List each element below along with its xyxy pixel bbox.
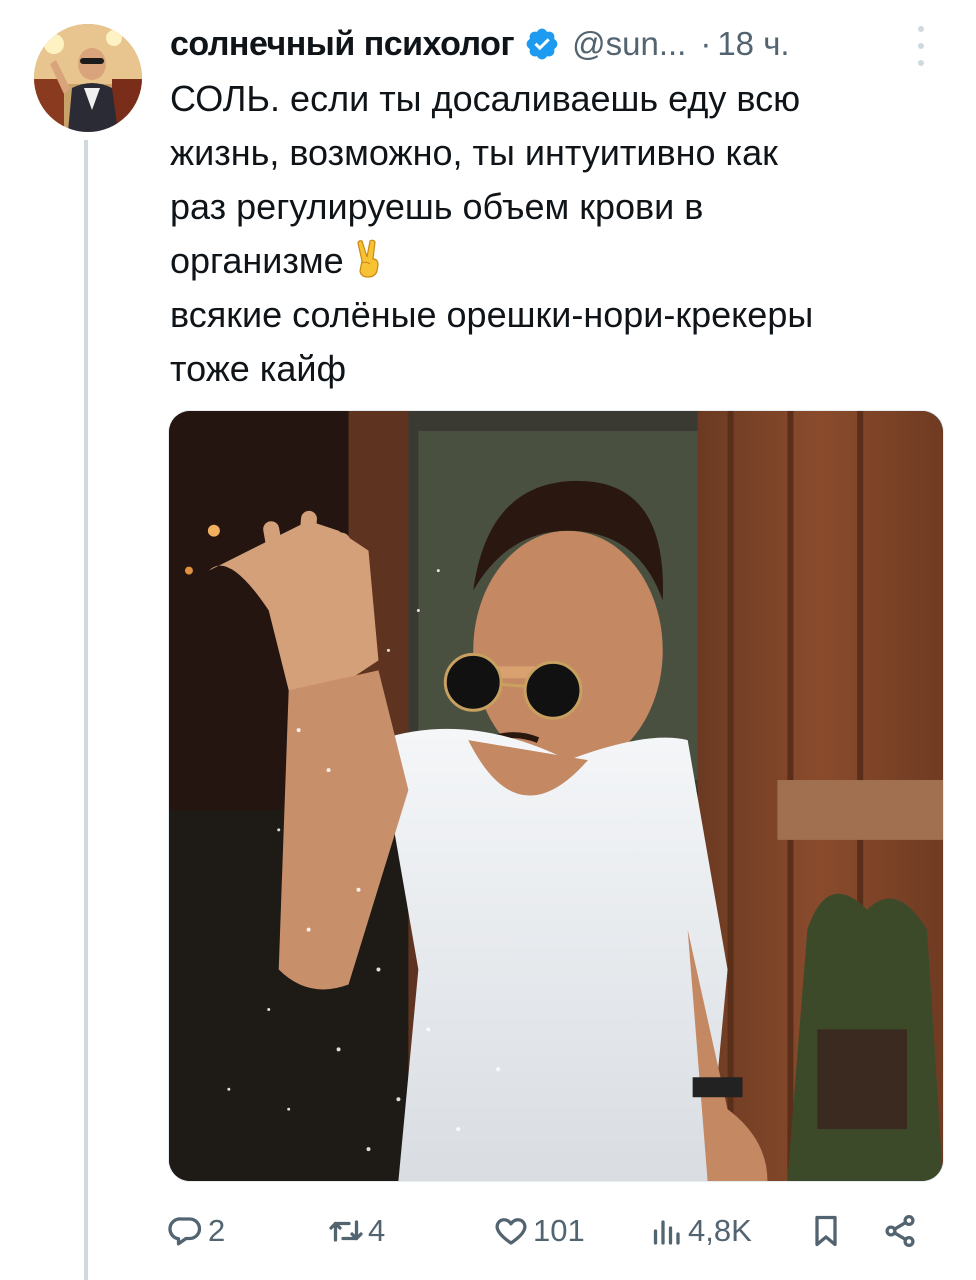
victory-hand-emoji-icon: [348, 239, 388, 279]
reply-button[interactable]: 2: [168, 1206, 225, 1256]
avatar[interactable]: [34, 24, 142, 132]
tweet-text: СОЛЬ. если ты досаливаешь еду всю жизнь,…: [170, 72, 960, 396]
share-button[interactable]: [882, 1206, 918, 1256]
author-display-name[interactable]: солнечный психолог: [170, 25, 515, 64]
tweet-timestamp[interactable]: 18 ч.: [717, 25, 789, 63]
reply-count: 2: [208, 1213, 226, 1248]
more-options-icon[interactable]: [914, 26, 928, 66]
views-count: 4,8K: [688, 1213, 752, 1248]
tweet-text-line: жизнь, возможно, ты интуитивно как: [170, 132, 778, 173]
tweet-text-line: СОЛЬ. если ты досаливаешь еду всю: [170, 78, 801, 119]
tweet-text-line: раз регулируешь объем крови в: [170, 186, 704, 227]
header-separator: ·: [700, 25, 712, 62]
like-button[interactable]: 101: [493, 1206, 585, 1256]
tweet-text-line-with-emoji: организме: [170, 234, 960, 288]
like-count: 101: [533, 1213, 585, 1248]
retweet-icon: [329, 1220, 363, 1242]
heart-icon: [495, 1218, 527, 1245]
bookmark-button[interactable]: [808, 1206, 844, 1256]
tweet-text-line: организме: [170, 240, 344, 281]
share-icon: [885, 1214, 915, 1248]
thread-line: [84, 140, 88, 1280]
views-button[interactable]: 4,8K: [648, 1206, 752, 1256]
tweet-header: солнечный психолог @sun... · 18 ч.: [170, 22, 790, 66]
tweet-photo[interactable]: [168, 410, 944, 1182]
views-chart-icon: [653, 1220, 680, 1245]
reply-icon: [168, 1217, 202, 1246]
photo-image: [169, 411, 943, 1181]
tweet-text-line: тоже кайф: [170, 348, 347, 389]
retweet-count: 4: [368, 1213, 386, 1248]
avatar-image: [34, 24, 142, 132]
tweet-actions: 2 4 101 4,8K: [168, 1206, 938, 1256]
retweet-button[interactable]: 4: [328, 1206, 385, 1256]
verified-badge-icon: [524, 26, 560, 62]
author-handle[interactable]: @sun...: [572, 25, 686, 63]
tweet-text-line: всякие солёные орешки-нори-крекеры: [170, 294, 814, 335]
bookmark-icon: [815, 1215, 837, 1247]
